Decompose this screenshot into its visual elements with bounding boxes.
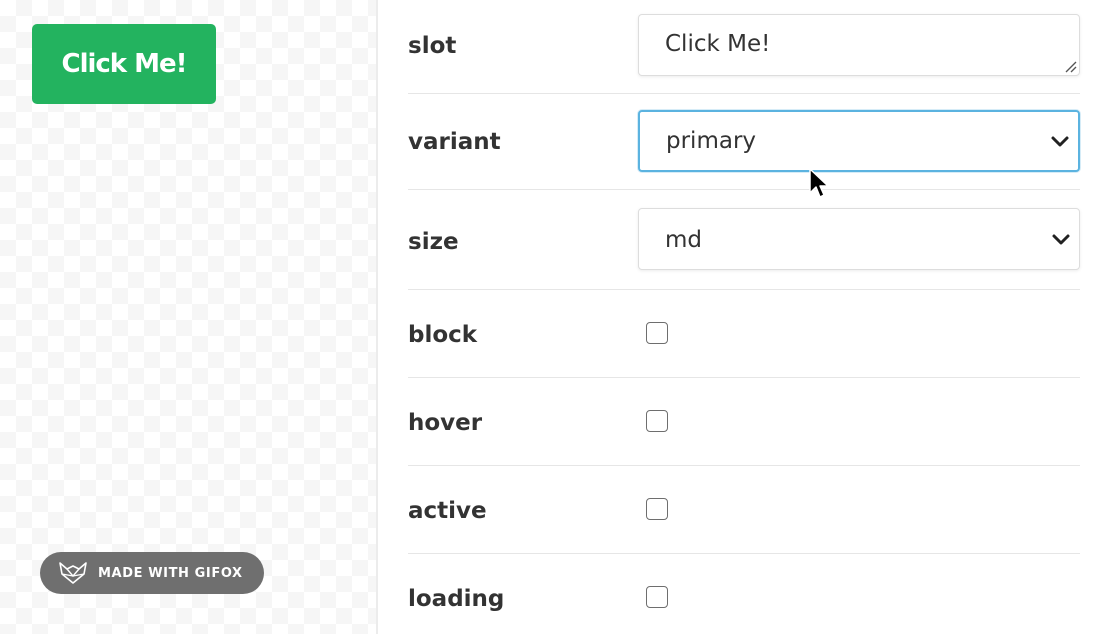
prop-label-slot: slot	[408, 33, 457, 59]
component-preview: Click Me! MADE WITH GIFOX	[0, 0, 376, 634]
prop-row-loading: loading	[408, 554, 1080, 634]
variant-select-value: primary	[666, 128, 757, 154]
panel-divider	[376, 0, 378, 634]
prop-row-variant: variant primary	[408, 94, 1080, 190]
app-root: Click Me! MADE WITH GIFOX slot Click Me!	[0, 0, 1104, 634]
chevron-down-icon	[1052, 234, 1070, 245]
hover-checkbox[interactable]	[646, 410, 668, 432]
prop-row-block: block	[408, 290, 1080, 378]
prop-label-hover: hover	[408, 410, 483, 436]
active-checkbox[interactable]	[646, 498, 668, 520]
resize-grip-icon[interactable]	[1063, 59, 1077, 73]
chevron-down-icon	[1051, 136, 1069, 147]
fox-logo-icon	[59, 562, 87, 584]
prop-label-variant: variant	[408, 129, 501, 155]
variant-select[interactable]: primary	[638, 110, 1080, 172]
prop-label-block: block	[408, 322, 478, 348]
slot-textarea[interactable]: Click Me!	[638, 14, 1080, 76]
prop-row-hover: hover	[408, 378, 1080, 466]
props-panel: slot Click Me! variant primary size md b…	[408, 0, 1080, 634]
prop-row-slot: slot Click Me!	[408, 0, 1080, 94]
prop-label-size: size	[408, 229, 459, 255]
gifox-badge-text: MADE WITH GIFOX	[98, 565, 243, 581]
click-me-button[interactable]: Click Me!	[32, 24, 216, 104]
gifox-watermark: MADE WITH GIFOX	[40, 552, 264, 594]
prop-label-active: active	[408, 498, 487, 524]
slot-textarea-value: Click Me!	[665, 31, 771, 57]
prop-row-size: size md	[408, 190, 1080, 290]
size-select-value: md	[665, 227, 703, 253]
prop-row-active: active	[408, 466, 1080, 554]
size-select[interactable]: md	[638, 208, 1080, 270]
loading-checkbox[interactable]	[646, 586, 668, 608]
block-checkbox[interactable]	[646, 322, 668, 344]
prop-label-loading: loading	[408, 586, 505, 612]
